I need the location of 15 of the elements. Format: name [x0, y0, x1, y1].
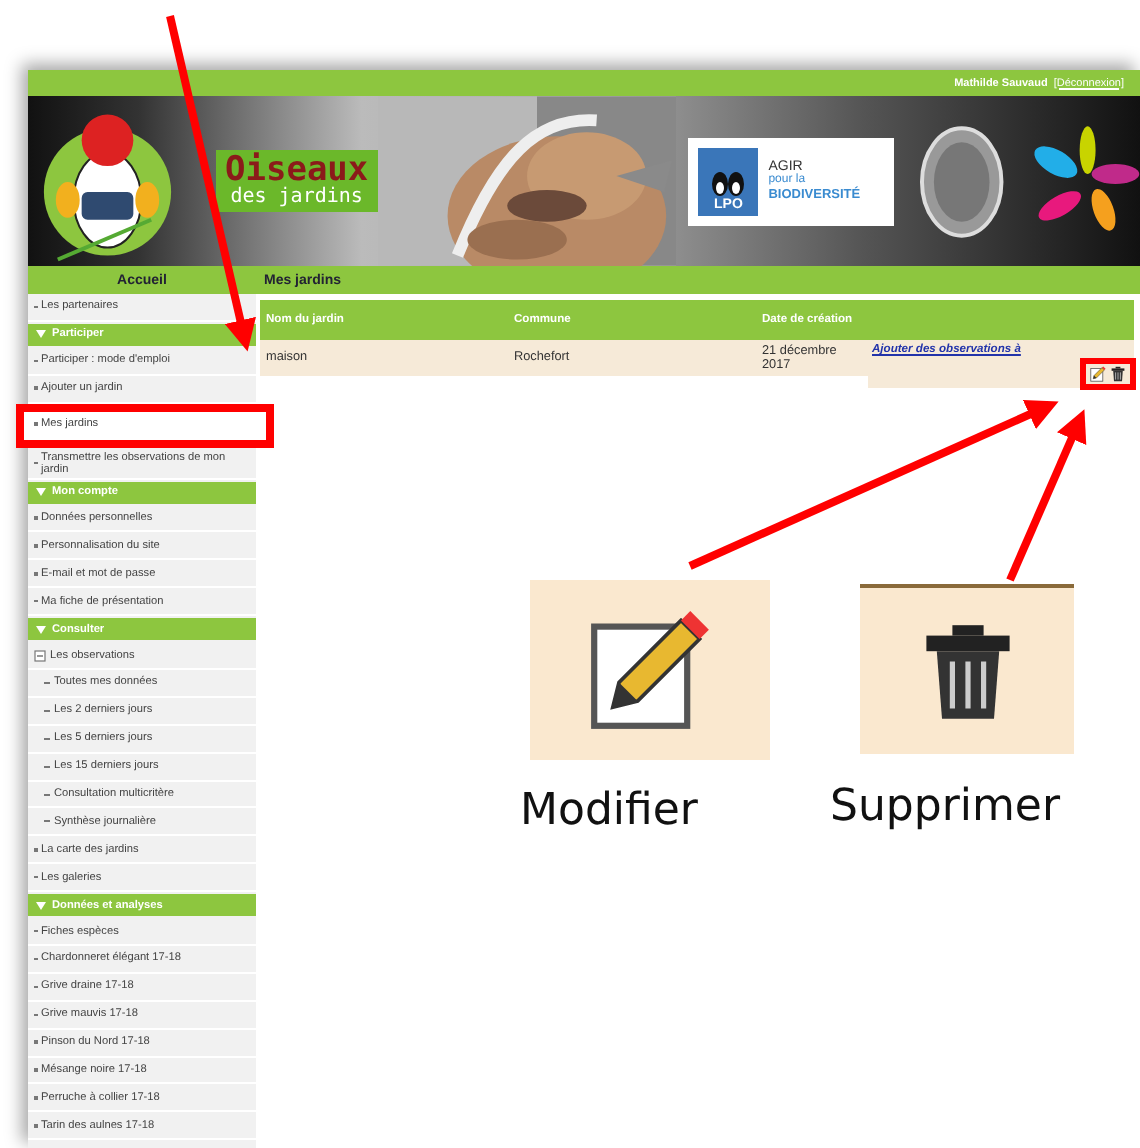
flower-logo-icon [1028, 125, 1140, 237]
pencil-icon[interactable] [1090, 366, 1106, 382]
callout-label: Modifier [520, 786, 698, 836]
callout-label: Supprimer [830, 782, 1061, 832]
collapse-icon[interactable] [34, 649, 46, 662]
site-subtitle: des jardins [230, 188, 363, 208]
expand-triangle-icon [36, 625, 46, 634]
trash-icon[interactable] [1110, 366, 1126, 382]
site-logo[interactable]: Oiseaux des jardins [215, 150, 379, 212]
expand-triangle-icon [36, 488, 46, 497]
site-name: Oiseaux [225, 154, 369, 188]
expand-triangle-icon [36, 330, 46, 339]
medal-icon [917, 123, 1005, 239]
pencil-icon[interactable] [588, 608, 712, 732]
expand-triangle-icon [36, 901, 46, 910]
